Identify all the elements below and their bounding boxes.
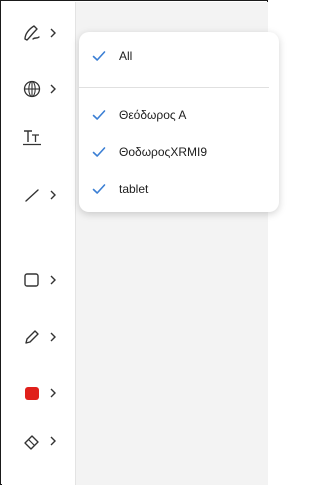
- checkmark-icon: [91, 48, 107, 64]
- filter-option-user[interactable]: ΘοδωροςXRMI9: [91, 142, 207, 162]
- chevron-right-icon: [47, 274, 59, 286]
- chevron-right-icon: [47, 387, 59, 399]
- chevron-right-icon: [47, 331, 59, 343]
- chevron-right-icon: [47, 189, 59, 201]
- line-icon: [20, 183, 44, 207]
- filter-option-device[interactable]: tablet: [91, 179, 148, 199]
- filter-option-label: ΘοδωροςXRMI9: [119, 145, 208, 159]
- line-tool-button[interactable]: [20, 180, 70, 210]
- eraser-tool-button[interactable]: [20, 426, 70, 456]
- rectangle-icon: [20, 268, 44, 292]
- chevron-right-icon: [47, 435, 59, 447]
- color-tool-button[interactable]: [20, 378, 70, 408]
- pen-swirl-icon: [20, 21, 44, 45]
- checkmark-icon: [91, 181, 107, 197]
- filter-option-label: tablet: [119, 182, 149, 196]
- filter-option-label: All: [119, 49, 133, 63]
- checkmark-icon: [91, 107, 107, 123]
- menu-divider: [79, 87, 269, 88]
- rectangle-tool-button[interactable]: [20, 265, 70, 295]
- globe-icon: [20, 77, 44, 101]
- pencil-tool-button[interactable]: [20, 322, 70, 352]
- filter-menu: All Θεόδωρος Α ΘοδωροςXRMI9 tablet: [79, 32, 279, 212]
- text-format-icon: [20, 125, 44, 149]
- eraser-icon: [20, 429, 44, 453]
- text-tool-button[interactable]: [20, 122, 70, 152]
- chevron-right-icon: [47, 83, 59, 95]
- checkmark-icon: [91, 144, 107, 160]
- chevron-right-icon: [47, 27, 59, 39]
- filter-option-label: Θεόδωρος Α: [119, 108, 187, 122]
- color-swatch-icon: [20, 381, 44, 405]
- drawing-toolbar: [2, 2, 76, 485]
- pen-tool-button[interactable]: [20, 18, 70, 48]
- color-swatch: [25, 386, 39, 400]
- pencil-icon: [20, 325, 44, 349]
- filter-option-all[interactable]: All: [91, 46, 132, 66]
- filter-option-user[interactable]: Θεόδωρος Α: [91, 105, 186, 125]
- web-tool-button[interactable]: [20, 74, 70, 104]
